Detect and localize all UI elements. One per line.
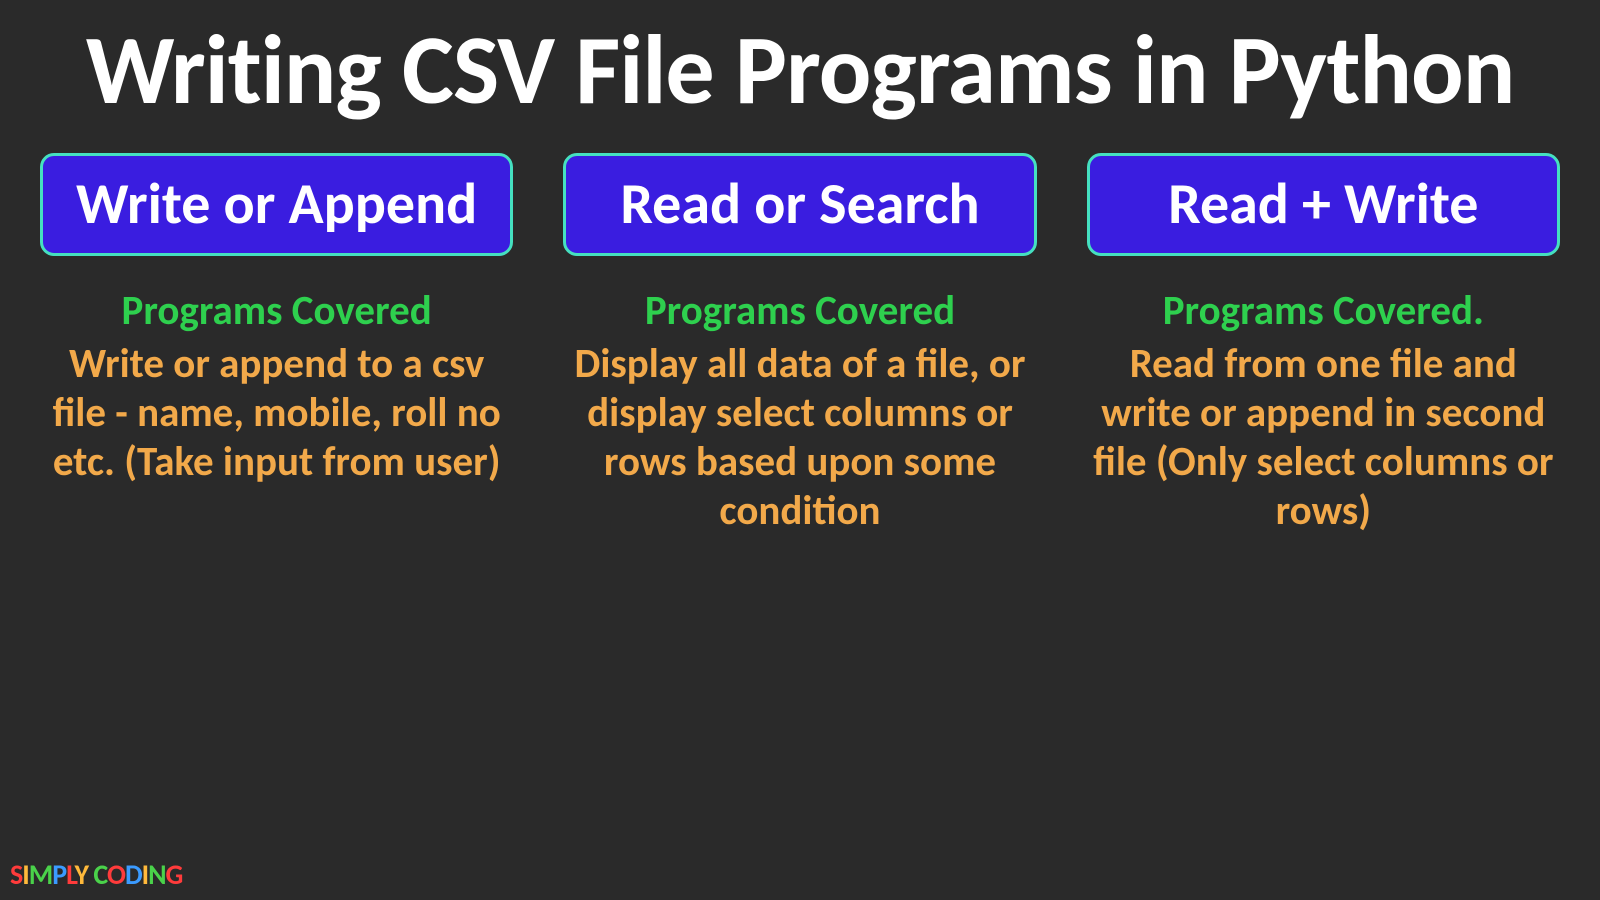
card-title: Read or Search bbox=[576, 174, 1023, 235]
programs-label: Programs Covered bbox=[645, 286, 955, 336]
card-read-search: Read or Search bbox=[563, 153, 1036, 256]
programs-label: Programs Covered. bbox=[1163, 286, 1484, 336]
columns-container: Write or Append Programs Covered Write o… bbox=[0, 123, 1600, 537]
page-title: Writing CSV File Programs in Python bbox=[0, 0, 1600, 123]
card-title: Write or Append bbox=[53, 174, 500, 235]
column-read-write: Read + Write Programs Covered. Read from… bbox=[1087, 153, 1560, 537]
description-text: Display all data of a file, or display s… bbox=[563, 340, 1036, 537]
card-title: Read + Write bbox=[1100, 174, 1547, 235]
description-text: Write or append to a csv file - name, mo… bbox=[40, 340, 513, 488]
description-text: Read from one file and write or append i… bbox=[1087, 340, 1560, 537]
column-write-append: Write or Append Programs Covered Write o… bbox=[40, 153, 513, 537]
column-read-search: Read or Search Programs Covered Display … bbox=[563, 153, 1036, 537]
brand-logo: SIMPLY CODING bbox=[10, 857, 182, 892]
card-read-write: Read + Write bbox=[1087, 153, 1560, 256]
card-write-append: Write or Append bbox=[40, 153, 513, 256]
programs-label: Programs Covered bbox=[122, 286, 432, 336]
